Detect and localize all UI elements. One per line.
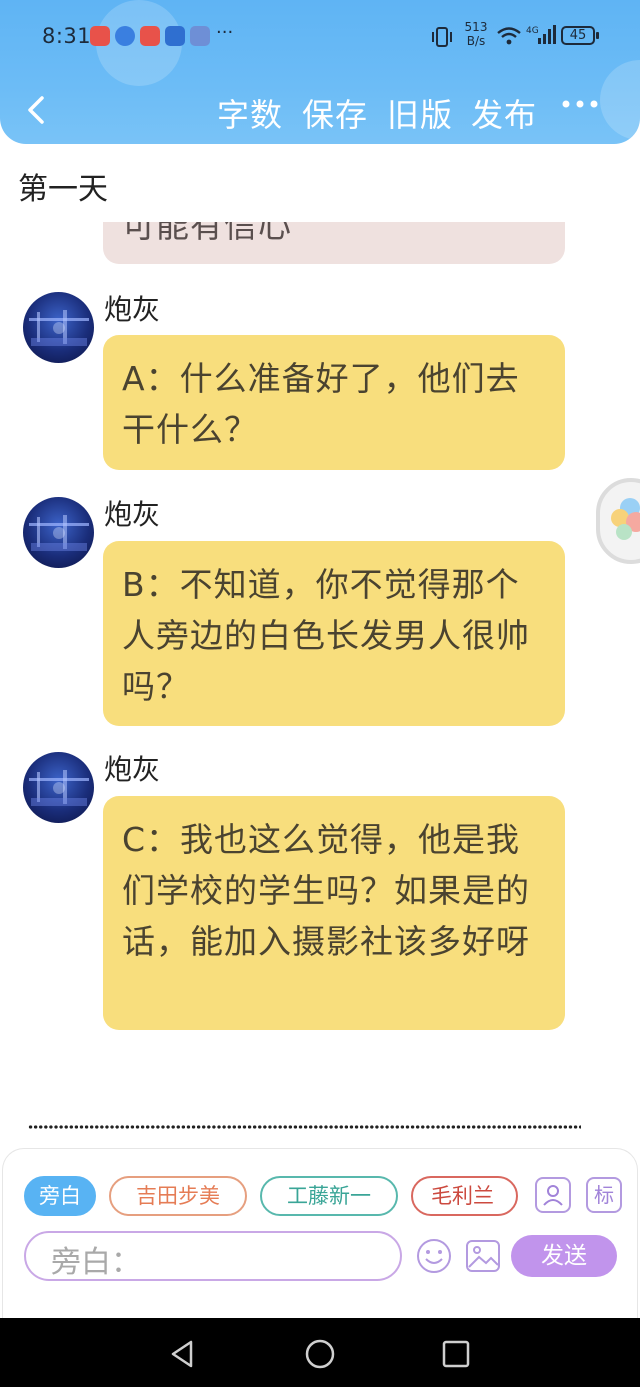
app-notification-icon	[140, 26, 160, 46]
app-notification-icon	[115, 26, 135, 46]
message-text: C：我也这么觉得，他是我们学校的学生吗？如果是的话，能加入摄影社该多好呀	[122, 820, 530, 961]
app-notification-icon	[165, 26, 185, 46]
chevron-left-icon	[28, 96, 44, 124]
avatar[interactable]	[23, 497, 94, 568]
app-notification-icon	[190, 26, 210, 46]
notification-more: ···	[216, 22, 234, 43]
role-chip-mouri-ran[interactable]: 毛利兰	[411, 1176, 518, 1216]
signal-icon: 4G	[526, 25, 556, 44]
nav-home-icon[interactable]	[302, 1336, 338, 1372]
emoji-icon[interactable]	[415, 1237, 453, 1275]
person-icon[interactable]	[535, 1177, 571, 1213]
tag-icon[interactable]: 标	[586, 1177, 622, 1213]
message-bubble[interactable]: A：什么准备好了，他们去干什么？	[103, 335, 565, 470]
more-dots-icon	[562, 100, 598, 108]
message-text: B：不知道，你不觉得那个人旁边的白色长发男人很帅吗？	[122, 565, 530, 706]
battery-indicator: 45	[561, 26, 599, 45]
old-version-button[interactable]: 旧版	[387, 90, 453, 136]
nav-recents-icon[interactable]	[438, 1336, 474, 1372]
message-bubble[interactable]: B：不知道，你不觉得那个人旁边的白色长发男人很帅吗？	[103, 541, 565, 726]
wifi-icon	[497, 27, 521, 45]
avatar[interactable]	[23, 752, 94, 823]
message-text: A：什么准备好了，他们去干什么？	[122, 359, 520, 449]
role-chip-narration[interactable]: 旁白	[24, 1176, 96, 1216]
message-input[interactable]: 旁白：	[24, 1231, 402, 1281]
message-bubble[interactable]: 可能有信心	[103, 222, 565, 264]
vibrate-icon	[432, 27, 452, 47]
app-header: 8:31 ··· 513 B/s 4G 45 字数 保存 旧版 发布	[0, 0, 640, 144]
status-bar: 8:31 ··· 513 B/s 4G 45	[0, 0, 640, 70]
person-icon-glyph	[543, 1185, 563, 1206]
image-icon[interactable]	[464, 1237, 502, 1275]
speaker-name: 炮灰	[104, 293, 161, 326]
avatar-image	[29, 770, 89, 806]
chat-list[interactable]: 可能有信心 炮灰 A：什么准备好了，他们去干什么？ 炮灰 B：不知道，你不觉得那…	[0, 222, 640, 1112]
send-button[interactable]: 发送	[511, 1235, 617, 1277]
word-count-button[interactable]: 字数	[217, 90, 283, 136]
divider	[28, 1124, 581, 1130]
speaker-name: 炮灰	[104, 753, 161, 786]
input-placeholder: 旁白：	[51, 1245, 141, 1280]
system-navigation-bar	[0, 1318, 640, 1387]
avatar[interactable]	[23, 292, 94, 363]
message-bubble[interactable]: C：我也这么觉得，他是我们学校的学生吗？如果是的话，能加入摄影社该多好呀	[103, 796, 565, 1030]
clock: 8:31	[42, 24, 92, 48]
back-button[interactable]	[18, 88, 58, 132]
composer-panel: 旁白 吉田步美 工藤新一 毛利兰 标 旁白： 发送	[2, 1148, 638, 1318]
chapter-title: 第一天	[18, 172, 108, 207]
svg-text:4G: 4G	[526, 26, 539, 36]
role-chip-kudo-shinichi[interactable]: 工藤新一	[260, 1176, 398, 1216]
publish-button[interactable]: 发布	[471, 90, 537, 136]
message-text: 可能有信心	[122, 222, 292, 245]
avatar-image	[29, 515, 89, 551]
app-notification-icon	[90, 26, 110, 46]
save-button[interactable]: 保存	[302, 90, 368, 136]
bubbles-icon	[611, 498, 640, 540]
speaker-name: 炮灰	[104, 498, 161, 531]
avatar-image	[29, 310, 89, 346]
role-chip-yoshida-ayumi[interactable]: 吉田步美	[109, 1176, 247, 1216]
nav-back-icon[interactable]	[165, 1336, 201, 1372]
toolbar: 字数 保存 旧版 发布	[0, 80, 640, 140]
net-speed: 513 B/s	[464, 20, 488, 48]
more-button[interactable]	[560, 84, 600, 124]
